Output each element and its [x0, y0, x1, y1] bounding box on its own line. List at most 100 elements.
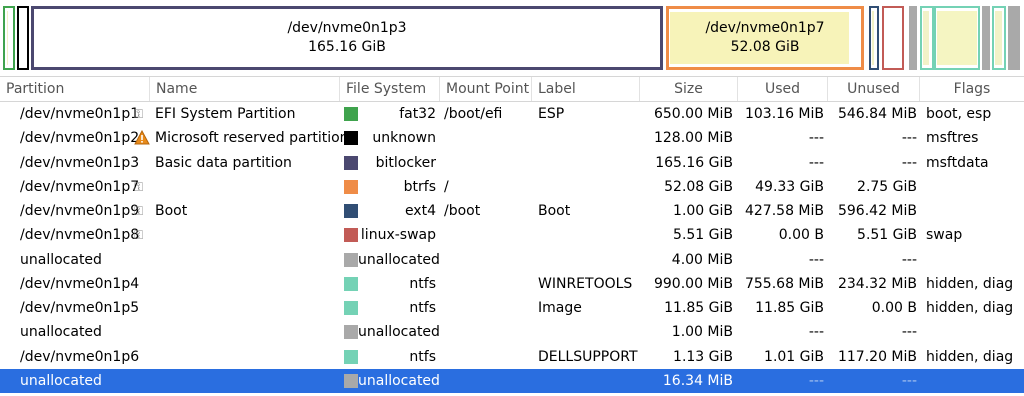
filesystem-cell: unallocated [358, 324, 440, 341]
graph-segment-p6[interactable] [992, 6, 1006, 70]
column-header-filesystem[interactable]: File System [340, 77, 440, 101]
label-cell [538, 248, 638, 272]
size-cell: 990.00 MiB [653, 275, 733, 292]
column-header-flags[interactable]: Flags [920, 77, 1024, 101]
filesystem-color-swatch [344, 204, 358, 218]
unused-cell: --- [901, 324, 917, 341]
label-cell [538, 151, 638, 175]
filesystem-color-swatch [344, 276, 358, 291]
flags-cell: swap [926, 227, 963, 244]
name-cell: Basic data partition [155, 154, 292, 171]
label-cell [538, 175, 638, 199]
column-header-mountpoint[interactable]: Mount Point [440, 77, 532, 101]
name-cell: Boot [155, 203, 188, 219]
partition-cell: /dev/nvme0n1p4 [20, 275, 140, 292]
mountpoint-cell: / [444, 178, 449, 195]
graph-segment-p7[interactable]: /dev/nvme0n1p7 52.08 GiB [666, 6, 864, 70]
label-cell: Boot [538, 203, 571, 219]
table-row[interactable]: /dev/nvme0n1p3 Basic data partition bitloc… [0, 151, 1024, 175]
size-cell: 5.51 GiB [673, 227, 733, 244]
table-row[interactable]: /dev/nvme0n1p9 Boot ext4/boot Boot 1.00 GiB 4… [0, 199, 1024, 223]
partition-cell: unallocated [20, 251, 102, 268]
name-cell [155, 320, 340, 344]
size-cell: 11.85 GiB [664, 300, 733, 316]
filesystem-cell: bitlocker [375, 154, 436, 171]
column-header-partition[interactable]: Partition [0, 77, 150, 101]
size-cell: 1.00 MiB [671, 324, 733, 341]
graph-segment-p3[interactable]: /dev/nvme0n1p3 165.16 GiB [31, 6, 663, 70]
table-row[interactable]: /dev/nvme0n1p6 ntfs DELLSUPPORT 1.13 GiB 1.0… [0, 345, 1024, 369]
graph-segment-p8[interactable] [882, 6, 904, 70]
graph-segment-unallocated-2[interactable] [982, 6, 990, 70]
graph-segment-p1[interactable] [3, 6, 15, 70]
size-cell: 4.00 MiB [671, 251, 733, 268]
filesystem-color-swatch [344, 179, 358, 194]
flags-cell: hidden, diag [926, 348, 1014, 365]
column-header-size[interactable]: Size [640, 77, 738, 101]
column-header-unused[interactable]: Unused [828, 77, 920, 101]
used-cell: --- [808, 130, 824, 147]
filesystem-color-swatch [344, 155, 358, 170]
key-icon: ⚿ [134, 107, 144, 121]
mountpoint-cell [444, 272, 534, 296]
column-header-name[interactable]: Name [150, 77, 340, 101]
used-cell: 1.01 GiB [764, 348, 824, 365]
size-cell: 1.00 GiB [673, 203, 733, 219]
table-row[interactable]: /dev/nvme0n1p5 ntfs Image 11.85 GiB 11.85 Gi… [0, 296, 1024, 320]
name-cell [155, 223, 340, 247]
flags-cell [926, 175, 1024, 199]
graph-p3-size: 165.16 GiB [308, 39, 386, 55]
table-row[interactable]: /dev/nvme0n1p1 EFI System Partition fat32 /… [0, 102, 1024, 126]
name-cell [155, 272, 340, 296]
used-cell: 0.00 B [778, 227, 824, 244]
filesystem-color-swatch [344, 373, 358, 388]
graph-segment-p2[interactable] [17, 6, 29, 70]
filesystem-color-swatch [344, 301, 358, 315]
unused-cell: --- [901, 372, 917, 389]
table-row[interactable]: /dev/nvme0n1p7 btrfs / 52.08 GiB 49.33 GiB 2.… [0, 175, 1024, 199]
label-cell [538, 223, 638, 247]
table-row[interactable]: /dev/nvme0n1p4 ntfs WINRETOOLS 990.00 MiB 75… [0, 272, 1024, 296]
flags-cell [926, 369, 1024, 393]
graph-p3-name: /dev/nvme0n1p3 [287, 20, 407, 36]
mountpoint-cell [444, 223, 534, 247]
flags-cell [926, 248, 1024, 272]
flags-cell: hidden, diag [926, 300, 1014, 316]
unused-cell: --- [901, 251, 917, 268]
warning-icon [134, 130, 150, 146]
graph-segment-p5[interactable] [934, 6, 980, 70]
label-cell: Image [538, 300, 582, 316]
partition-cell: /dev/nvme0n1p6 [20, 348, 140, 365]
graph-p7-name: /dev/nvme0n1p7 [705, 20, 825, 36]
size-cell: 52.08 GiB [664, 178, 733, 195]
filesystem-cell: btrfs [403, 178, 436, 195]
used-cell: --- [808, 324, 824, 341]
table-row[interactable]: unallocated unallocated 4.00 MiB --- --- [0, 248, 1024, 272]
table-row[interactable]: /dev/nvme0n1p8 linux-swap 5.51 GiB 0.00 B 5.… [0, 223, 1024, 247]
column-header-label[interactable]: Label [532, 77, 640, 101]
filesystem-cell: unknown [372, 130, 436, 147]
unused-cell: 546.84 MiB [837, 106, 917, 122]
partition-cell: unallocated [20, 324, 102, 341]
graph-segment-unallocated-1[interactable] [909, 6, 917, 70]
table-row[interactable]: unallocated unallocated 1.00 MiB --- --- [0, 320, 1024, 344]
column-header-used[interactable]: Used [738, 77, 828, 101]
graph-p7-size: 52.08 GiB [730, 39, 800, 55]
label-cell: DELLSUPPORT [538, 348, 638, 365]
mountpoint-cell: /boot [444, 203, 481, 219]
graph-segment-p9[interactable] [869, 6, 879, 70]
graph-segment-p4[interactable] [920, 6, 934, 70]
table-row[interactable]: unallocated unallocated 16.34 MiB --- --- [0, 368, 1024, 393]
used-cell: --- [808, 372, 824, 389]
filesystem-cell: unallocated [358, 251, 440, 268]
table-row[interactable]: /dev/nvme0n1p2 Microsoft reserved partiti… [0, 126, 1024, 150]
name-cell: Microsoft reserved partition [155, 130, 349, 147]
label-cell [538, 320, 638, 344]
graph-segment-unallocated-3[interactable] [1008, 6, 1020, 70]
used-cell: --- [808, 251, 824, 268]
filesystem-color-swatch [344, 252, 358, 267]
name-cell [155, 345, 340, 369]
filesystem-color-swatch [344, 349, 358, 364]
key-icon: ⚿ [134, 204, 144, 218]
filesystem-cell: ext4 [404, 203, 436, 219]
